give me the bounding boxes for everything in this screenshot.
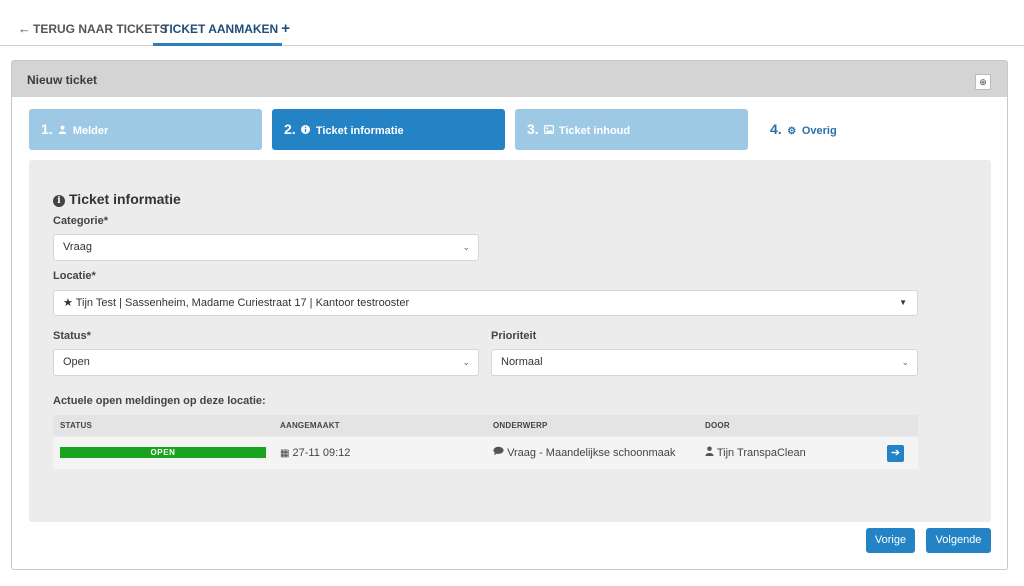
section-title-text: Ticket informatie	[69, 191, 181, 207]
step-overig[interactable]: 4. ⚙ Overig	[758, 109, 878, 150]
chevron-down-icon: ⌄	[462, 242, 470, 252]
info-icon: i	[53, 195, 65, 207]
back-to-tickets-link[interactable]: ← TERUG NAAR TICKETS	[18, 0, 168, 46]
column-header-aangemaakt: AANGEMAAKT	[280, 421, 340, 430]
next-button[interactable]: Volgende	[926, 528, 991, 553]
categorie-label: Categorie*	[53, 215, 109, 227]
top-navigation: ← TERUG NAAR TICKETS TICKET AANMAKEN +	[0, 0, 1024, 46]
status-value: Open	[63, 356, 90, 368]
calendar-icon: ▦	[280, 448, 290, 459]
gear-icon: ⚙	[787, 126, 797, 137]
info-icon	[301, 111, 311, 152]
locatie-value: ★ Tijn Test | Sassenheim, Madame Curiest…	[63, 297, 410, 309]
step-ticket-inhoud[interactable]: 3. Ticket inhoud	[515, 109, 748, 150]
table-row: OPEN ▦ 27-11 09:12 Vraag - Maandelijkse …	[53, 437, 918, 469]
step-label: Ticket inhoud	[558, 125, 631, 137]
chevron-down-icon: ⌄	[462, 357, 470, 367]
step-number: 2.	[284, 121, 296, 137]
categorie-select[interactable]: Vraag ⌄	[53, 234, 479, 261]
section-title: i Ticket informatie	[53, 191, 181, 207]
previous-button[interactable]: Vorige	[866, 528, 915, 553]
caret-down-icon: ▼	[899, 298, 907, 307]
created-cell: ▦ 27-11 09:12	[280, 437, 350, 469]
column-header-door: DOOR	[705, 421, 730, 430]
prioriteit-value: Normaal	[501, 356, 543, 368]
subject-value: Vraag - Maandelijkse schoonmaak	[507, 447, 676, 459]
step-melder[interactable]: 1. Melder	[29, 109, 262, 150]
chevron-down-icon: ⌄	[901, 357, 909, 367]
panel-title: Nieuw ticket	[27, 73, 98, 87]
prioriteit-select[interactable]: Normaal ⌄	[491, 349, 918, 376]
created-value: 27-11 09:12	[292, 447, 351, 459]
column-header-status: STATUS	[60, 421, 93, 430]
step-label: Ticket informatie	[315, 125, 404, 137]
user-icon	[705, 446, 714, 459]
locatie-label: Locatie*	[53, 270, 96, 282]
panel-header: Nieuw ticket ⊕	[12, 61, 1007, 97]
status-badge: OPEN	[60, 447, 266, 458]
status-label: Status*	[53, 330, 91, 342]
plus-icon: +	[281, 20, 290, 37]
step-number: 3.	[527, 121, 539, 137]
ticket-info-form: i Ticket informatie Categorie* Vraag ⌄ Lo…	[29, 160, 991, 522]
subject-cell: Vraag - Maandelijkse schoonmaak	[493, 437, 675, 469]
step-label: Melder	[72, 125, 109, 137]
column-header-onderwerp: ONDERWERP	[493, 421, 548, 430]
status-select[interactable]: Open ⌄	[53, 349, 479, 376]
comment-icon	[493, 446, 504, 459]
author-value: Tijn TranspaClean	[716, 447, 806, 459]
open-tickets-title: Actuele open meldingen op deze locatie:	[53, 395, 266, 407]
author-cell: Tijn TranspaClean	[705, 437, 806, 469]
open-ticket-arrow-icon[interactable]: ➔	[887, 445, 904, 462]
step-ticket-informatie[interactable]: 2. Ticket informatie	[272, 109, 505, 150]
categorie-value: Vraag	[63, 241, 92, 253]
step-number: 4.	[770, 121, 782, 137]
step-label: Overig	[801, 125, 837, 137]
arrow-left-icon: ←	[18, 21, 31, 36]
prioriteit-label: Prioriteit	[491, 330, 537, 342]
back-to-tickets-label: TERUG NAAR TICKETS	[33, 22, 168, 36]
user-icon	[58, 111, 68, 152]
step-number: 1.	[41, 121, 53, 137]
active-tab-indicator	[153, 43, 282, 46]
new-ticket-panel: Nieuw ticket ⊕ 1. Melder 2. Ticket infor…	[11, 60, 1008, 570]
open-tickets-table-header: STATUS AANGEMAAKT ONDERWERP DOOR	[53, 415, 918, 436]
create-ticket-tab[interactable]: TICKET AANMAKEN +	[162, 0, 290, 46]
create-ticket-label: TICKET AANMAKEN	[162, 22, 279, 36]
locatie-select[interactable]: ★ Tijn Test | Sassenheim, Madame Curiest…	[53, 290, 918, 316]
image-icon	[543, 111, 554, 152]
zoom-in-icon[interactable]: ⊕	[975, 74, 991, 90]
